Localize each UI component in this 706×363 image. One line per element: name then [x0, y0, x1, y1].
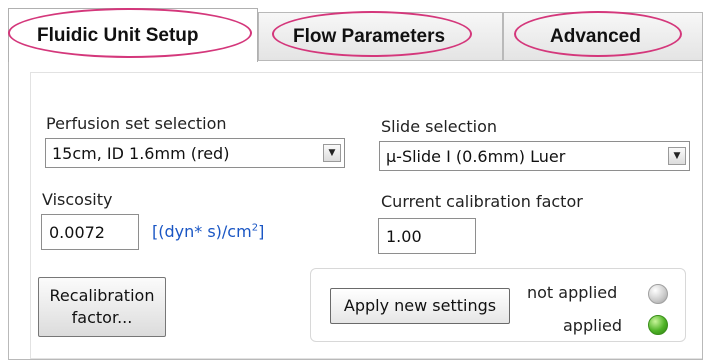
calibration-factor-label: Current calibration factor [381, 192, 583, 211]
tab-fluidic-unit-setup[interactable]: Fluidic Unit Setup [8, 8, 258, 62]
chevron-down-icon[interactable]: ▼ [323, 144, 341, 162]
viscosity-unit-bracket: ] [258, 222, 265, 241]
recalibration-label-line1: Recalibration [49, 286, 155, 305]
viscosity-unit-text: [(dyn* s)/cm [152, 222, 252, 241]
viscosity-label: Viscosity [42, 190, 113, 209]
viscosity-unit: [(dyn* s)/cm2] [152, 222, 264, 241]
not-applied-indicator-icon [648, 284, 668, 304]
apply-new-settings-button[interactable]: Apply new settings [330, 288, 510, 324]
viscosity-field[interactable]: 0.0072 [41, 214, 139, 250]
chevron-down-icon[interactable]: ▼ [668, 147, 686, 165]
calibration-factor-value: 1.00 [386, 226, 422, 246]
status-not-applied-label: not applied [527, 283, 618, 302]
viscosity-value: 0.0072 [49, 222, 105, 242]
tab-label: Advanced [550, 25, 641, 47]
apply-button-label: Apply new settings [343, 296, 497, 315]
tab-label: Fluidic Unit Setup [37, 24, 199, 46]
tab-advanced[interactable]: Advanced [503, 12, 703, 60]
recalibration-label-line2: factor... [71, 308, 133, 327]
slide-selection-label: Slide selection [381, 117, 498, 136]
perfusion-set-select[interactable]: 15cm, ID 1.6mm (red) ▼ [45, 138, 345, 168]
tab-flow-parameters[interactable]: Flow Parameters [258, 12, 503, 60]
slide-value: μ-Slide I (0.6mm) Luer [386, 146, 566, 166]
tab-label: Flow Parameters [293, 25, 446, 47]
applied-indicator-icon [648, 315, 668, 335]
perfusion-set-label: Perfusion set selection [46, 114, 227, 133]
calibration-factor-field: 1.00 [378, 218, 476, 254]
status-applied-label: applied [563, 316, 623, 335]
slide-select[interactable]: μ-Slide I (0.6mm) Luer ▼ [379, 141, 690, 171]
recalibration-factor-button[interactable]: Recalibration factor... [38, 277, 166, 337]
perfusion-set-value: 15cm, ID 1.6mm (red) [52, 143, 230, 163]
